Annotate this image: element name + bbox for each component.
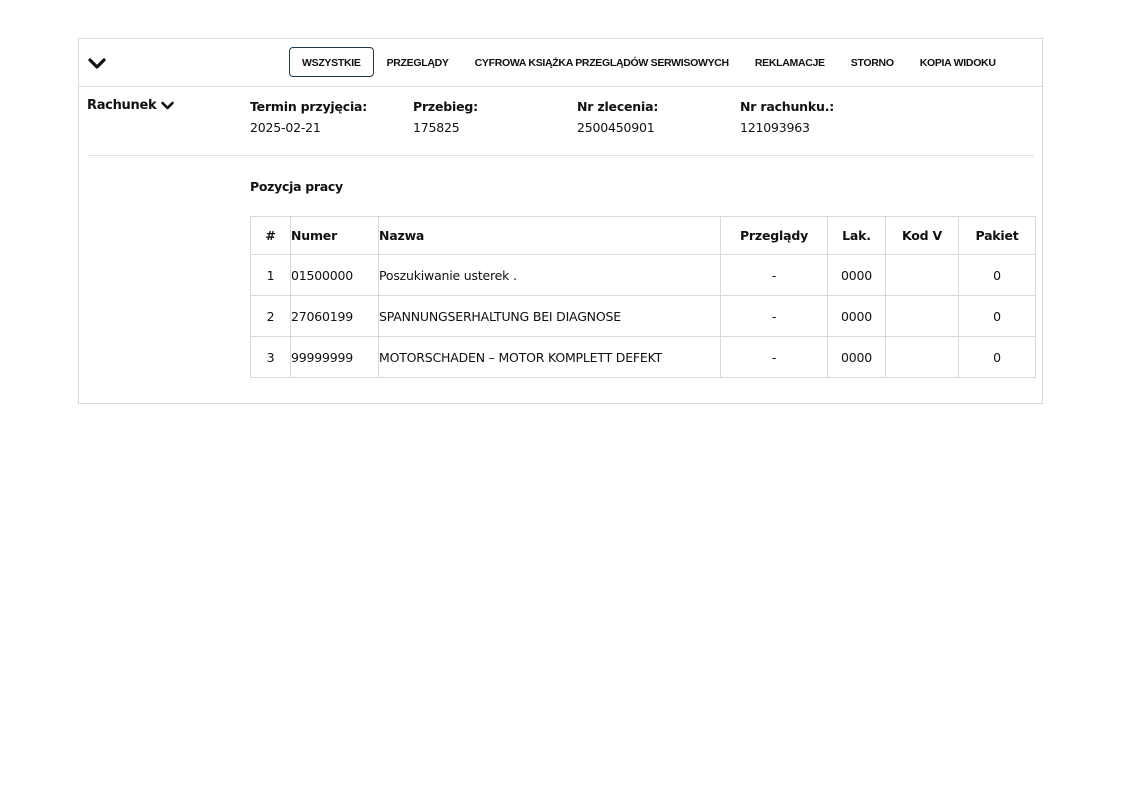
tab-bar: WSZYSTKIE PRZEGLĄDY CYFROWA KSIĄŻKA PRZE… <box>289 47 1009 77</box>
column-header-przeglady: Przeglądy <box>720 216 828 255</box>
cell-lak: 0000 <box>827 336 886 378</box>
column-header-kod-v: Kod V <box>885 216 959 255</box>
field-termin-przyjecia: Termin przyjęcia: 2025-02-21 <box>250 98 367 138</box>
field-value: 121093963 <box>740 120 810 135</box>
cell-pakiet: 0 <box>958 254 1036 296</box>
field-value: 2025-02-21 <box>250 120 321 135</box>
section-toggle-rachunek[interactable]: Rachunek <box>87 98 175 113</box>
tab-storno[interactable]: STORNO <box>838 47 907 77</box>
cell-pakiet: 0 <box>958 295 1036 337</box>
cell-przeglady: - <box>720 254 828 296</box>
cell-lak: 0000 <box>827 254 886 296</box>
column-header-numer: Numer <box>290 216 379 255</box>
table-header-row: # Numer Nazwa Przeglądy Lak. Kod V Pakie… <box>250 216 1036 255</box>
cell-index: 2 <box>250 295 291 337</box>
field-label: Przebieg: <box>413 99 478 114</box>
work-items-title: Pozycja pracy <box>250 179 343 194</box>
cell-przeglady: - <box>720 336 828 378</box>
column-header-index: # <box>250 216 291 255</box>
table-row: 3 99999999 MOTORSCHADEN – MOTOR KOMPLETT… <box>250 336 1036 378</box>
chevron-down-icon[interactable] <box>88 56 106 70</box>
field-przebieg: Przebieg: 175825 <box>413 98 478 138</box>
cell-nazwa: MOTORSCHADEN – MOTOR KOMPLETT DEFEKT <box>378 336 721 378</box>
cell-kod-v <box>885 254 959 296</box>
cell-nazwa: SPANNUNGSERHALTUNG BEI DIAGNOSE <box>378 295 721 337</box>
field-label: Nr rachunku.: <box>740 99 835 114</box>
field-value: 2500450901 <box>577 120 655 135</box>
top-bar: WSZYSTKIE PRZEGLĄDY CYFROWA KSIĄŻKA PRZE… <box>79 39 1042 87</box>
column-header-nazwa: Nazwa <box>378 216 721 255</box>
field-label: Nr zlecenia: <box>577 99 659 114</box>
cell-pakiet: 0 <box>958 336 1036 378</box>
column-header-pakiet: Pakiet <box>958 216 1036 255</box>
column-header-lak: Lak. <box>827 216 886 255</box>
section-label: Rachunek <box>87 98 157 113</box>
divider <box>87 155 1034 156</box>
tab-cyfrowa-ksiazka[interactable]: CYFROWA KSIĄŻKA PRZEGLĄDÓW SERWISOWYCH <box>462 47 742 77</box>
cell-przeglady: - <box>720 295 828 337</box>
tab-przeglady[interactable]: PRZEGLĄDY <box>374 47 462 77</box>
cell-numer: 99999999 <box>290 336 379 378</box>
work-order-panel: WSZYSTKIE PRZEGLĄDY CYFROWA KSIĄŻKA PRZE… <box>78 38 1043 404</box>
chevron-down-icon <box>161 101 175 109</box>
field-value: 175825 <box>413 120 460 135</box>
field-label: Termin przyjęcia: <box>250 99 368 114</box>
table-row: 1 01500000 Poszukiwanie usterek . - 0000… <box>250 254 1036 296</box>
table-row: 2 27060199 SPANNUNGSERHALTUNG BEI DIAGNO… <box>250 295 1036 337</box>
tab-reklamacje[interactable]: REKLAMACJE <box>742 47 838 77</box>
work-items-table: # Numer Nazwa Przeglądy Lak. Kod V Pakie… <box>250 216 1036 378</box>
cell-index: 3 <box>250 336 291 378</box>
cell-kod-v <box>885 336 959 378</box>
cell-lak: 0000 <box>827 295 886 337</box>
cell-nazwa: Poszukiwanie usterek . <box>378 254 721 296</box>
cell-numer: 27060199 <box>290 295 379 337</box>
field-nr-zlecenia: Nr zlecenia: 2500450901 <box>577 98 658 138</box>
tab-kopia-widoku[interactable]: KOPIA WIDOKU <box>907 47 1009 77</box>
cell-numer: 01500000 <box>290 254 379 296</box>
cell-index: 1 <box>250 254 291 296</box>
tab-wszystkie[interactable]: WSZYSTKIE <box>289 47 374 77</box>
cell-kod-v <box>885 295 959 337</box>
field-nr-rachunku: Nr rachunku.: 121093963 <box>740 98 834 138</box>
